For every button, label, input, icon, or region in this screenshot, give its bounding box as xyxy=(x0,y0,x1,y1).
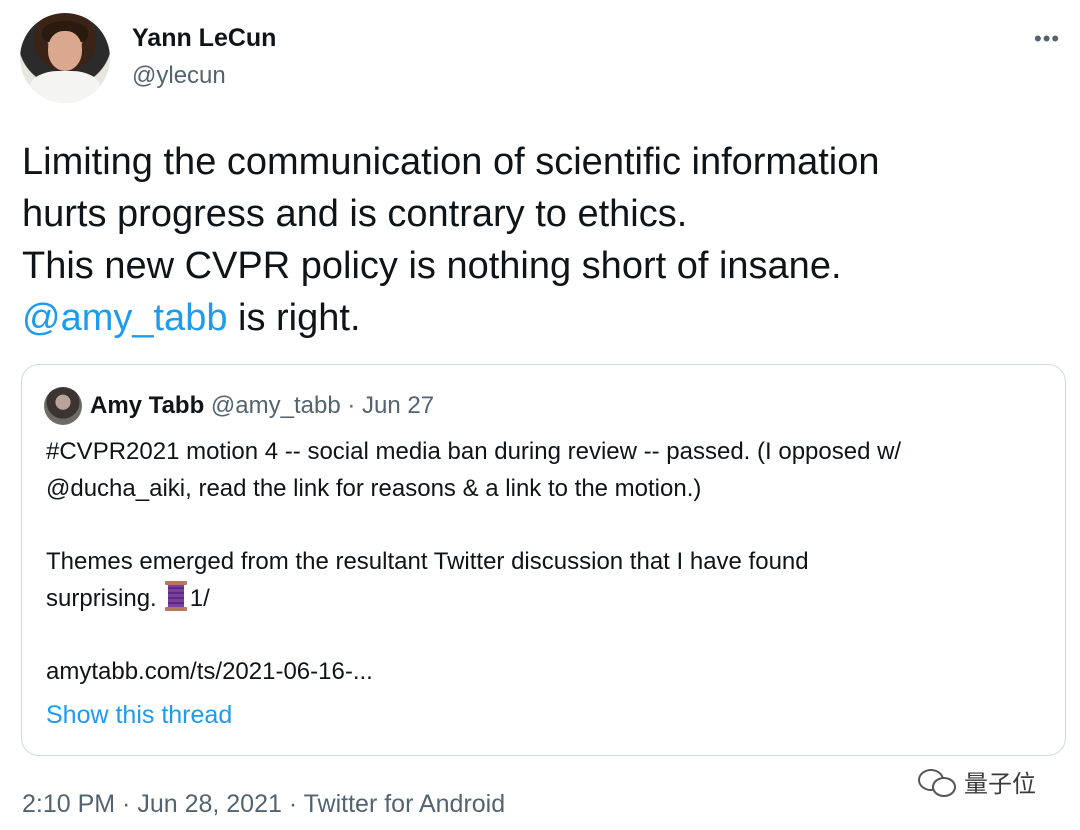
quoted-line-prefix: surprising. xyxy=(46,585,157,612)
quoted-body: #CVPR2021 motion 4 -- social media ban d… xyxy=(46,433,1051,690)
author-name[interactable]: Yann LeCun xyxy=(132,24,276,53)
quoted-author-avatar xyxy=(44,387,82,425)
quoted-line: surprising. 1/ xyxy=(46,580,1051,617)
tweet-line: This new CVPR policy is nothing short of… xyxy=(22,245,842,287)
tweet-timestamp[interactable]: 2:10 PM · Jun 28, 2021 · Twitter for And… xyxy=(22,790,505,819)
more-options-icon[interactable]: ••• xyxy=(1034,26,1060,52)
quoted-author-name: Amy Tabb xyxy=(90,392,205,419)
author-handle[interactable]: @ylecun xyxy=(132,62,226,90)
tweet-text: Limiting the communication of scientific… xyxy=(22,136,1052,344)
watermark: 量子位 xyxy=(918,764,1036,799)
mention-link[interactable]: @amy_tabb xyxy=(22,297,227,339)
spool-of-thread-icon xyxy=(164,581,187,611)
tweet-line: @amy_tabb is right. xyxy=(22,292,1052,344)
show-thread-link[interactable]: Show this thread xyxy=(46,701,232,730)
author-avatar[interactable] xyxy=(20,13,110,103)
quoted-link[interactable]: amytabb.com/ts/2021-06-16-... xyxy=(46,653,1051,690)
quoted-author-meta: @amy_tabb · Jun 27 xyxy=(204,392,435,419)
watermark-text: 量子位 xyxy=(964,770,1036,798)
quoted-header: Amy Tabb @amy_tabb · Jun 27 xyxy=(90,392,434,420)
quoted-tweet-card[interactable]: Amy Tabb @amy_tabb · Jun 27 #CVPR2021 mo… xyxy=(21,364,1066,756)
tweet-line: hurts progress and is contrary to ethics… xyxy=(22,193,688,235)
quoted-line-suffix: 1/ xyxy=(189,585,210,612)
wechat-icon xyxy=(918,767,958,797)
tweet-line-suffix: is right. xyxy=(227,297,361,339)
quoted-line: Themes emerged from the resultant Twitte… xyxy=(46,548,809,575)
quoted-line: #CVPR2021 motion 4 -- social media ban d… xyxy=(46,438,902,465)
quoted-line: @ducha_aiki, read the link for reasons &… xyxy=(46,475,702,502)
tweet-line: Limiting the communication of scientific… xyxy=(22,141,880,183)
